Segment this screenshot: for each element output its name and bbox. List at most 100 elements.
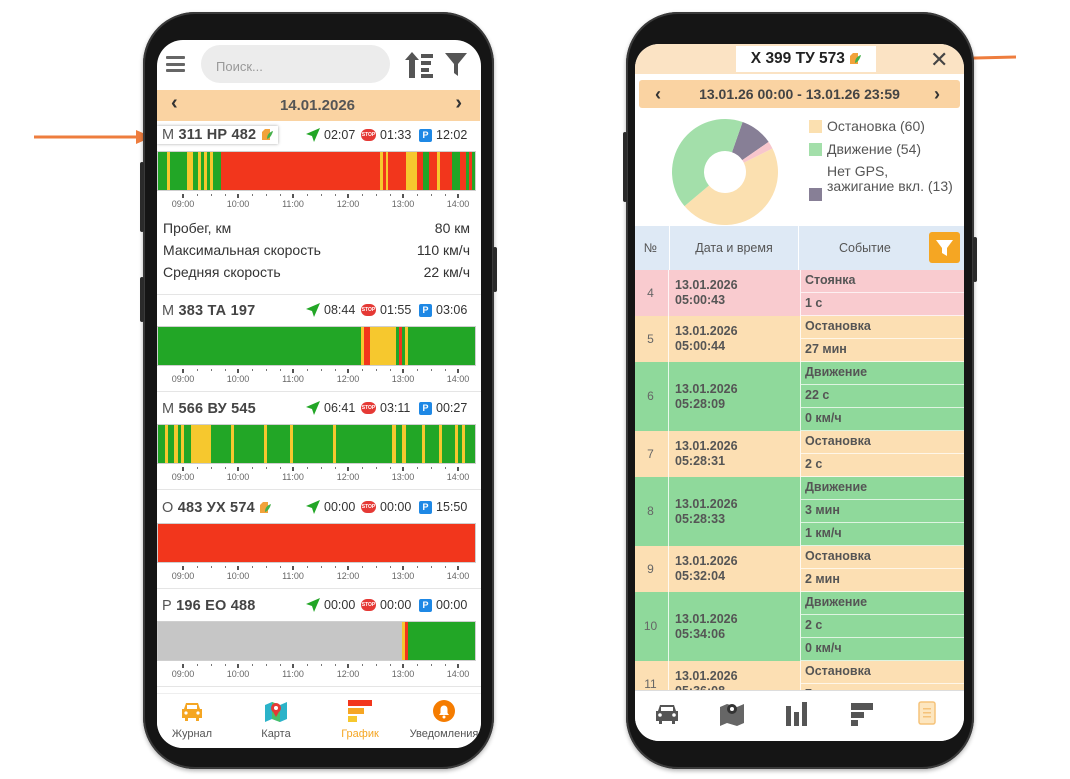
row-datetime: 13.01.2026 05:32:04 bbox=[675, 554, 738, 583]
timeline-segment bbox=[158, 622, 403, 660]
date-range[interactable]: 13.01.26 00:00 - 13.01.26 23:59 bbox=[699, 86, 900, 102]
axis-label: 14:00 bbox=[446, 571, 470, 581]
timeline-bar[interactable] bbox=[157, 621, 476, 661]
vehicle-plate: М 311 НР 482 bbox=[157, 126, 278, 144]
vehicle-header: М 311 НР 482 02:07 STOP 01:33 P 12:02 bbox=[157, 124, 481, 150]
axis-label: 12:00 bbox=[336, 199, 360, 209]
axis-label: 09:00 bbox=[171, 571, 195, 581]
nav-map[interactable]: Карта bbox=[241, 700, 311, 740]
legend-item-stop: Остановка (60) bbox=[809, 118, 957, 134]
timeline-segment bbox=[405, 425, 423, 463]
axis-label: 11:00 bbox=[282, 571, 304, 581]
menu-icon[interactable] bbox=[166, 56, 185, 72]
detail-header: Х 399 ТУ 573 ✕ bbox=[635, 44, 964, 74]
axis-label: 11:00 bbox=[282, 374, 304, 384]
current-date[interactable]: 14.01.2026 bbox=[280, 97, 355, 114]
donut-legend: Остановка (60) Движение (54) Нет GPS, за… bbox=[809, 118, 957, 214]
nav-label-map: Карта bbox=[261, 728, 291, 740]
park-time: P 00:27 bbox=[419, 401, 467, 415]
timeline-segment bbox=[158, 152, 167, 190]
prev-date-icon[interactable]: ‹ bbox=[171, 92, 178, 115]
nav-label-journal: Журнал bbox=[171, 728, 213, 740]
stop-icon: STOP bbox=[361, 129, 376, 141]
timeline-segment bbox=[167, 425, 175, 463]
event-text: Движение bbox=[801, 362, 964, 385]
timeline-bar[interactable] bbox=[157, 151, 476, 191]
nav-journal[interactable]: Журнал bbox=[157, 700, 227, 740]
row-number: 8 bbox=[647, 504, 654, 518]
top-bar: Поиск... bbox=[157, 40, 481, 92]
row-datetime: 13.01.2026 05:28:33 bbox=[675, 496, 738, 526]
timeline-segment bbox=[464, 425, 475, 463]
table-row[interactable]: 7 13.01.2026 05:28:31 Остановка 2 с bbox=[635, 431, 964, 477]
navigation-arrow-icon bbox=[306, 303, 320, 317]
row-datetime: 13.01.2026 05:28:31 bbox=[675, 439, 738, 468]
sort-icon[interactable] bbox=[405, 52, 433, 78]
navigation-arrow-icon bbox=[306, 500, 320, 514]
timeline-segment bbox=[266, 425, 291, 463]
search-input[interactable]: Поиск... bbox=[201, 45, 390, 83]
table-row[interactable]: 4 13.01.2026 05:00:43 Стоянка 1 с bbox=[635, 270, 964, 316]
timeline-bar[interactable] bbox=[157, 523, 476, 563]
nav-chart[interactable]: График bbox=[325, 700, 395, 740]
journal-icon[interactable] bbox=[913, 700, 941, 726]
bar-chart-icon[interactable] bbox=[783, 700, 811, 726]
col-event[interactable]: Событие bbox=[839, 226, 929, 270]
row-datetime: 13.01.2026 05:34:06 bbox=[675, 611, 738, 641]
event-text: 27 мин bbox=[801, 339, 964, 362]
table-row[interactable]: 9 13.01.2026 05:32:04 Остановка 2 мин bbox=[635, 546, 964, 592]
axis-label: 14:00 bbox=[446, 472, 470, 482]
row-datetime: 13.01.2026 05:00:43 bbox=[675, 278, 738, 307]
move-time: 06:41 bbox=[306, 401, 355, 415]
timeline-segment bbox=[451, 152, 461, 190]
timeline-segment bbox=[158, 327, 361, 365]
event-text: 1 км/ч bbox=[801, 523, 964, 546]
map-icon[interactable] bbox=[718, 700, 746, 726]
table-row[interactable]: 6 13.01.2026 05:28:09 Движение 22 с0 км/ч bbox=[635, 362, 964, 431]
parking-icon: P bbox=[419, 303, 432, 317]
event-text: 2 с bbox=[801, 454, 964, 477]
axis-label: 14:00 bbox=[446, 199, 470, 209]
next-range-icon[interactable]: › bbox=[934, 80, 940, 108]
prev-range-icon[interactable]: ‹ bbox=[655, 80, 661, 108]
table-row[interactable]: 10 13.01.2026 05:34:06 Движение 2 с0 км/ч bbox=[635, 592, 964, 661]
row-number: 6 bbox=[647, 389, 654, 403]
stop-icon: STOP bbox=[361, 599, 376, 611]
table-filter-icon[interactable] bbox=[929, 232, 960, 263]
timeline-bar[interactable] bbox=[157, 326, 476, 366]
row-events: Остановка 27 мин bbox=[801, 316, 964, 362]
legend-item-move: Движение (54) bbox=[809, 141, 957, 157]
timeline-segment bbox=[405, 152, 418, 190]
table-row[interactable]: 5 13.01.2026 05:00:44 Остановка 27 мин bbox=[635, 316, 964, 362]
axis-label: 09:00 bbox=[171, 374, 195, 384]
vehicle-plate: Х 399 ТУ 573 bbox=[736, 46, 876, 72]
filter-icon[interactable] bbox=[445, 53, 467, 76]
timeline-segment bbox=[190, 425, 211, 463]
nav-notifications[interactable]: Уведомления bbox=[409, 700, 479, 740]
table-row[interactable]: 8 13.01.2026 05:28:33 Движение 3 мин 1 км/ч bbox=[635, 477, 964, 546]
nav-label-chart: График bbox=[341, 728, 379, 740]
event-text: Стоянка bbox=[801, 270, 964, 293]
timeline-segment bbox=[293, 425, 333, 463]
event-text: Остановка bbox=[801, 431, 964, 454]
car-icon[interactable] bbox=[653, 700, 681, 726]
navigation-arrow-icon bbox=[306, 598, 320, 612]
col-datetime[interactable]: Дата и время bbox=[669, 226, 799, 270]
event-text: Остановка bbox=[801, 661, 964, 684]
next-date-icon[interactable]: › bbox=[455, 92, 462, 115]
close-icon[interactable]: ✕ bbox=[930, 47, 948, 73]
time-axis: 09:00 10:00 11:00 12:00 13:00 14:00 bbox=[157, 566, 481, 581]
timeline-segment bbox=[425, 425, 439, 463]
event-text: Движение bbox=[801, 592, 964, 615]
fuel-icon bbox=[850, 53, 862, 64]
timeline-bar[interactable] bbox=[157, 424, 476, 464]
timeline-segment bbox=[169, 152, 187, 190]
park-time: P 15:50 bbox=[419, 500, 467, 514]
timeline-segment bbox=[388, 152, 406, 190]
time-axis: 09:00 10:00 11:00 12:00 13:00 14:00 bbox=[157, 467, 481, 482]
timeline-icon[interactable] bbox=[848, 700, 876, 726]
col-num: № bbox=[643, 241, 658, 255]
move-time: 00:00 bbox=[306, 598, 355, 612]
axis-label: 13:00 bbox=[391, 472, 415, 482]
screen-schedule: Поиск... ‹ 14.01.2026 › М 311 НР 482 02:… bbox=[157, 40, 481, 748]
